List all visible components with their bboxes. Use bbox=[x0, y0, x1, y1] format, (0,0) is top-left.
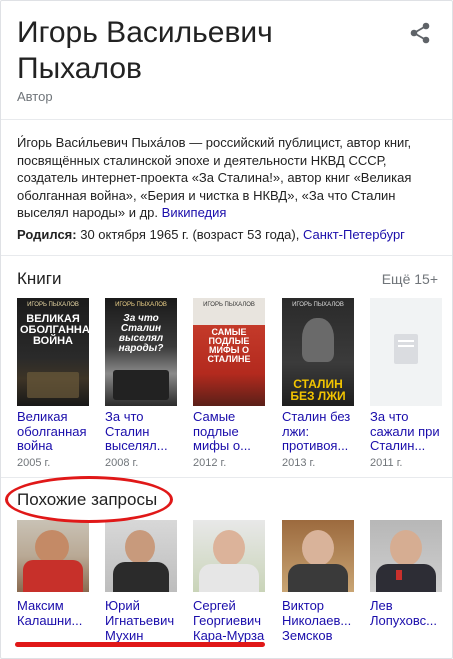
book-year: 2008 г. bbox=[105, 457, 139, 469]
wikipedia-link[interactable]: Википедия bbox=[162, 205, 227, 220]
person-name[interactable]: Юрий Игнатьевич Мухин bbox=[105, 598, 177, 643]
entity-subtitle: Автор bbox=[17, 89, 53, 104]
cover-author: ИГОРЬ ПЫХАЛОВ bbox=[27, 302, 79, 308]
person-name[interactable]: Сергей Георгиевич Кара-Мурза bbox=[193, 598, 265, 643]
book-year: 2013 г. bbox=[282, 457, 316, 469]
born-value: 30 октября 1965 г. (возраст 53 года), bbox=[80, 227, 300, 242]
book-title[interactable]: За что сажали при Сталин... bbox=[370, 410, 442, 454]
book-title[interactable]: Самые подлые мифы о... bbox=[193, 410, 265, 454]
book-year: 2005 г. bbox=[17, 457, 51, 469]
book-cover: ИГОРЬ ПЫХАЛОВ САМЫЕ ПОДЛЫЕ МИФЫ О СТАЛИН… bbox=[193, 298, 265, 406]
birthplace-link[interactable]: Санкт-Петербург bbox=[303, 227, 405, 242]
book-item[interactable]: ИГОРЬ ПЫХАЛОВ САМЫЕ ПОДЛЫЕ МИФЫ О СТАЛИН… bbox=[193, 298, 265, 469]
cover-title: За что Сталин выселял народы? bbox=[118, 313, 164, 354]
book-title[interactable]: Великая оболганная война bbox=[17, 410, 89, 454]
book-item[interactable]: За что сажали при Сталин... 2011 г. bbox=[370, 298, 442, 469]
description: И́горь Васи́льевич Пыха́лов — российский… bbox=[17, 134, 442, 222]
cover-art bbox=[27, 372, 79, 398]
portrait-art bbox=[302, 318, 334, 362]
entity-title: Игорь Васильевич Пыхалов bbox=[17, 16, 273, 85]
cover-title: САМЫЕ ПОДЛЫЕ МИФЫ О СТАЛИНЕ bbox=[207, 327, 251, 364]
divider bbox=[1, 255, 452, 256]
book-year: 2012 г. bbox=[193, 457, 227, 469]
book-item[interactable]: ИГОРЬ ПЫХАЛОВ СТАЛИН БЕЗ ЛЖИ Сталин без … bbox=[282, 298, 354, 469]
book-cover: ИГОРЬ ПЫХАЛОВ ВЕЛИКАЯ ОБОЛГАННАЯ ВОЙНА bbox=[17, 298, 89, 406]
book-title[interactable]: Сталин без лжи: противоя... bbox=[282, 410, 354, 454]
born-row: Родился: 30 октября 1965 г. (возраст 53 … bbox=[17, 226, 442, 244]
knowledge-panel: Игорь Васильевич Пыхалов Автор И́горь Ва… bbox=[0, 0, 453, 659]
person-photo bbox=[282, 520, 354, 592]
cover-author: ИГОРЬ ПЫХАЛОВ bbox=[115, 302, 167, 308]
related-person[interactable]: Виктор Николаев... Земсков bbox=[282, 520, 354, 643]
book-cover: ИГОРЬ ПЫХАЛОВ За что Сталин выселял наро… bbox=[105, 298, 177, 406]
books-section-title: Книги bbox=[17, 269, 62, 288]
book-item[interactable]: ИГОРЬ ПЫХАЛОВ ВЕЛИКАЯ ОБОЛГАННАЯ ВОЙНА В… bbox=[17, 298, 89, 469]
book-cover: ИГОРЬ ПЫХАЛОВ СТАЛИН БЕЗ ЛЖИ bbox=[282, 298, 354, 406]
divider bbox=[1, 119, 452, 120]
related-person[interactable]: Максим Калашни... bbox=[17, 520, 89, 628]
book-placeholder-icon bbox=[394, 334, 418, 364]
annotation-red-oval bbox=[5, 476, 173, 523]
related-person[interactable]: Лев Лопуховс... bbox=[370, 520, 442, 628]
book-year: 2011 г. bbox=[370, 457, 403, 469]
person-photo bbox=[370, 520, 442, 592]
person-photo bbox=[17, 520, 89, 592]
related-person[interactable]: Сергей Георгиевич Кара-Мурза bbox=[193, 520, 265, 643]
annotation-red-underline bbox=[15, 642, 265, 647]
cover-author: ИГОРЬ ПЫХАЛОВ bbox=[292, 302, 344, 308]
share-icon[interactable] bbox=[405, 19, 435, 49]
cover-title: СТАЛИН БЕЗ ЛЖИ bbox=[290, 377, 346, 403]
cover-author: ИГОРЬ ПЫХАЛОВ bbox=[203, 302, 255, 308]
book-title[interactable]: За что Сталин выселял... bbox=[105, 410, 177, 454]
person-photo bbox=[105, 520, 177, 592]
person-name[interactable]: Лев Лопуховс... bbox=[370, 598, 442, 628]
cover-art bbox=[113, 370, 169, 400]
person-name[interactable]: Виктор Николаев... Земсков bbox=[282, 598, 354, 643]
born-label: Родился: bbox=[17, 227, 77, 242]
related-person[interactable]: Юрий Игнатьевич Мухин bbox=[105, 520, 177, 643]
person-photo bbox=[193, 520, 265, 592]
cover-title: ВЕЛИКАЯ ОБОЛГАННАЯ ВОЙНА bbox=[20, 313, 89, 347]
book-item[interactable]: ИГОРЬ ПЫХАЛОВ За что Сталин выселял наро… bbox=[105, 298, 177, 469]
books-more-link[interactable]: Ещё 15+ bbox=[382, 271, 438, 287]
book-cover-placeholder bbox=[370, 298, 442, 406]
person-name[interactable]: Максим Калашни... bbox=[17, 598, 89, 628]
